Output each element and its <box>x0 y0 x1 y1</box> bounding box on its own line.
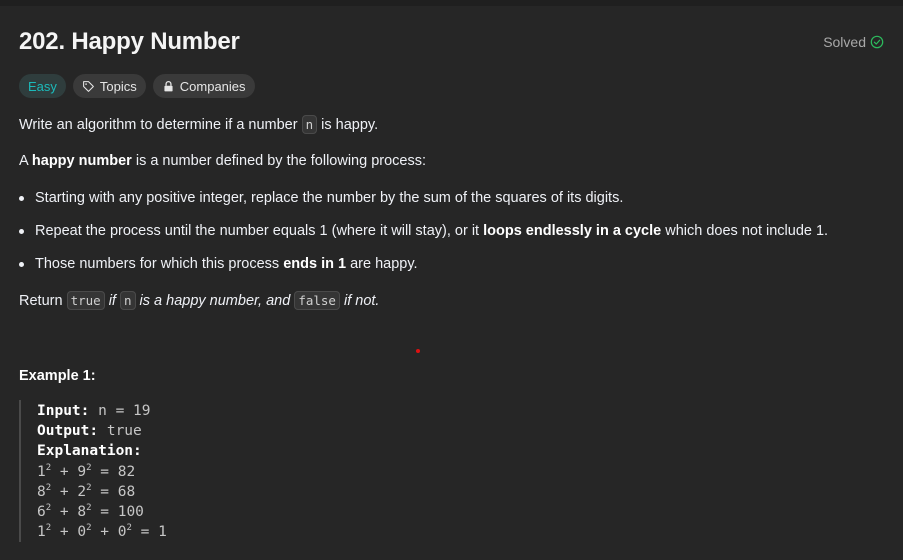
tag-icon <box>83 80 94 92</box>
list-item: Repeat the process until the number equa… <box>19 223 828 239</box>
list-item: Starting with any positive integer, repl… <box>19 190 623 206</box>
example-explanation-label: Explanation: <box>37 443 142 459</box>
example-output: Output: true <box>37 423 142 439</box>
topics-label: Topics <box>99 78 137 94</box>
example-block: Input: n = 19 Output: true Explanation: … <box>19 400 421 542</box>
inline-code: true <box>66 291 105 310</box>
description-paragraph-1: Write an algorithm to determine if a num… <box>19 115 379 134</box>
example-input: Input: n = 19 <box>37 403 151 419</box>
problem-title: 202. Happy Number <box>19 28 240 55</box>
list-item: Those numbers for which this process end… <box>19 256 418 272</box>
bullet-dot <box>19 261 24 267</box>
difficulty-label: Easy <box>28 78 57 94</box>
example-title: Example 1: <box>19 368 96 384</box>
difficulty-badge: Easy <box>19 74 66 98</box>
bullet-dot <box>19 228 24 234</box>
inline-code: false <box>294 291 340 310</box>
inline-code: n <box>119 291 136 310</box>
check-circle-icon <box>870 35 884 49</box>
return-paragraph: Return true if n is a happy number, and … <box>19 291 380 310</box>
top-bar <box>0 0 903 6</box>
lock-icon <box>164 80 173 91</box>
companies-button[interactable]: Companies <box>152 74 255 98</box>
explanation-line: 12 + 92 = 82 <box>37 463 136 480</box>
bullet-dot <box>19 195 24 201</box>
topics-button[interactable]: Topics <box>72 74 146 98</box>
solved-status: Solved <box>823 34 884 50</box>
companies-label: Companies <box>179 78 246 94</box>
cursor-dot <box>416 349 420 353</box>
explanation-line: 82 + 22 = 68 <box>37 483 136 500</box>
description-paragraph-2: A happy number is a number defined by th… <box>19 153 427 169</box>
solved-label: Solved <box>823 34 866 50</box>
explanation-line: 12 + 02 + 02 = 1 <box>37 523 167 540</box>
inline-code: n <box>301 115 318 134</box>
explanation-line: 62 + 82 = 100 <box>37 503 144 520</box>
tag-row: Easy Topics Companies <box>19 74 255 98</box>
